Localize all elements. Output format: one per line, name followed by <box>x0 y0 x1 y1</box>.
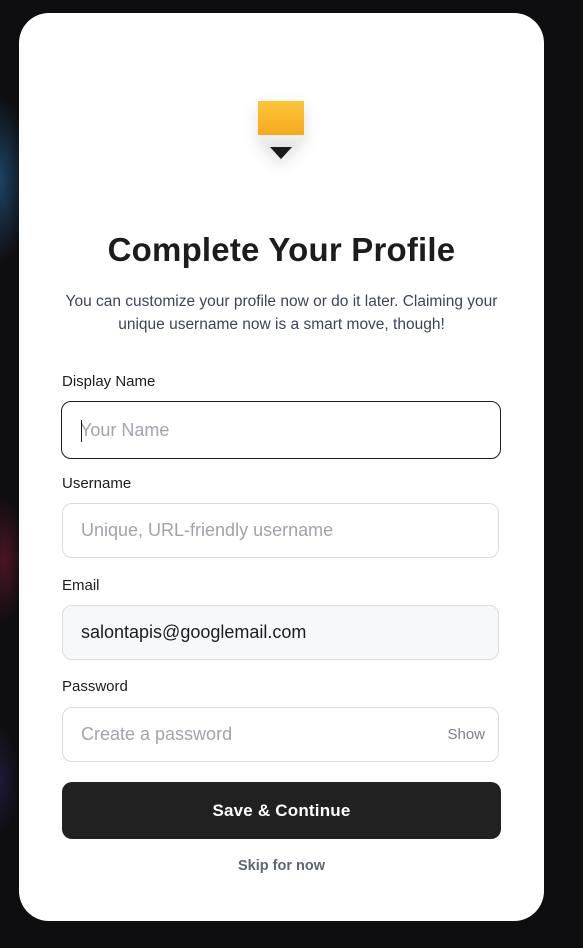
email-label: Email <box>62 577 100 594</box>
display-name-input[interactable] <box>62 402 500 458</box>
save-continue-button[interactable]: Save & Continue <box>62 782 501 839</box>
password-label: Password <box>62 678 128 695</box>
password-input[interactable] <box>63 708 498 761</box>
username-label: Username <box>62 475 132 492</box>
pencil-icon <box>257 101 305 161</box>
skip-link[interactable]: Skip for now <box>19 858 544 874</box>
page-subtitle: You can customize your profile now or do… <box>65 293 498 333</box>
display-name-field-wrapper <box>61 401 501 459</box>
email-input[interactable] <box>63 606 498 659</box>
page-title: Complete Your Profile <box>107 231 456 268</box>
display-name-label: Display Name <box>62 373 156 390</box>
show-password-button[interactable]: Show <box>447 708 485 761</box>
text-caret <box>81 420 82 442</box>
profile-modal: Complete Your Profile You can customize … <box>19 13 544 921</box>
password-field-wrapper: Show <box>62 707 499 762</box>
username-input[interactable] <box>63 504 498 557</box>
email-field-wrapper <box>62 605 499 660</box>
username-field-wrapper <box>62 503 499 558</box>
